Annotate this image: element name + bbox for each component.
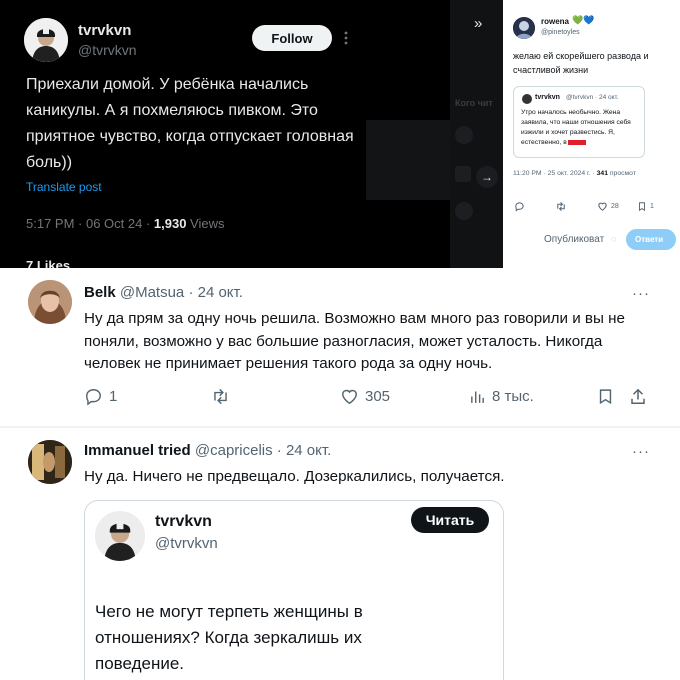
quoted-author-name: tvrvkvn bbox=[535, 94, 560, 101]
share-button[interactable] bbox=[629, 385, 647, 407]
tvrvkvn-avatar[interactable] bbox=[24, 18, 68, 62]
views-count: 1,930 bbox=[153, 216, 187, 231]
views-label: Views bbox=[186, 216, 225, 231]
reply-header: Immanuel tried @capricelis · 24 окт. bbox=[84, 442, 331, 459]
author-handle[interactable]: @capricelis · 24 окт. bbox=[195, 442, 331, 459]
author-name[interactable]: Immanuel tried bbox=[84, 442, 191, 459]
more-icon[interactable] bbox=[342, 30, 350, 46]
expand-icon[interactable]: » bbox=[474, 15, 482, 32]
more-icon[interactable]: ··· bbox=[632, 285, 650, 302]
bookmark-button[interactable]: 1 bbox=[637, 199, 654, 213]
retweet-icon[interactable] bbox=[555, 199, 567, 213]
tweet-text: Приехали домой. У ребёнка начались каник… bbox=[26, 76, 354, 171]
reply-button[interactable]: 1 bbox=[84, 385, 117, 407]
action-bar: 28 1 bbox=[513, 199, 673, 213]
retweet-icon[interactable] bbox=[210, 385, 231, 407]
follow-button[interactable]: Follow bbox=[252, 25, 332, 51]
author-name[interactable]: rowena bbox=[541, 17, 569, 26]
tweet-text: желаю ей скорейшего развода и счастливой… bbox=[513, 51, 649, 75]
likes-count: 305 bbox=[365, 387, 391, 405]
reply-text: Ну да прям за одну ночь решила. Возможно… bbox=[84, 310, 625, 372]
author-handle[interactable]: @tvrvkvn bbox=[78, 42, 137, 58]
author-handle[interactable]: @pinetoyles bbox=[541, 29, 580, 36]
bookmark-button[interactable] bbox=[597, 385, 614, 407]
sidebar-avatar bbox=[455, 126, 473, 144]
author-handle[interactable]: @Matsua · 24 окт. bbox=[120, 284, 243, 301]
blue-heart-icon: 💙 bbox=[583, 15, 595, 25]
rowena-avatar[interactable] bbox=[513, 17, 535, 39]
next-arrow-icon[interactable]: → bbox=[476, 166, 498, 188]
author-name[interactable]: Belk bbox=[84, 284, 116, 301]
tweet-meta: 11:20 PM · 25 окт. 2024 г. · 341 просмот bbox=[513, 170, 636, 177]
quoted-avatar bbox=[522, 94, 532, 104]
timestamp[interactable]: 11:20 PM · 25 окт. 2024 г. · bbox=[513, 170, 597, 177]
green-heart-icon: 💚 bbox=[572, 15, 584, 25]
sidebar-avatar bbox=[455, 202, 473, 220]
reply-header: Belk @Matsua · 24 окт. bbox=[84, 284, 243, 301]
name-emojis: 💚💙 bbox=[572, 15, 594, 26]
author-name[interactable]: tvrvkvn bbox=[78, 22, 131, 39]
quoted-author-name: tvrvkvn bbox=[155, 513, 212, 530]
views-button[interactable]: 8 тыс. bbox=[469, 385, 534, 407]
views-count: 8 тыс. bbox=[492, 387, 534, 405]
views-count: 341 bbox=[596, 170, 608, 177]
timestamp[interactable]: 5:17 PM · 06 Oct 24 · bbox=[26, 216, 154, 231]
likes-count: 28 bbox=[611, 202, 619, 210]
sidebar-thumbnail bbox=[455, 166, 471, 182]
quoted-author-handle: @tvrvkvn bbox=[155, 535, 218, 552]
redaction-mark bbox=[567, 139, 586, 145]
quoted-text-wrap: Утро началось необычно. Жена заявила, чт… bbox=[521, 108, 643, 148]
immanuel-avatar[interactable] bbox=[28, 440, 72, 484]
like-button[interactable]: 28 bbox=[597, 199, 619, 213]
tvrvkvn-avatar bbox=[95, 511, 145, 561]
replies-count: 1 bbox=[109, 387, 118, 405]
tweet-meta: 5:17 PM · 06 Oct 24 · 1,930 Views bbox=[26, 216, 225, 231]
spinner-icon: ◌ bbox=[611, 234, 617, 244]
sidebar-heading: Кого чит bbox=[455, 98, 493, 108]
immanuel-reply-panel: Immanuel tried @capricelis · 24 окт. ···… bbox=[0, 428, 680, 680]
bookmarks-count: 1 bbox=[650, 202, 654, 210]
quoted-tweet[interactable]: tvrvkvn @tvrvkvn · 24 окт. Утро началось… bbox=[513, 86, 645, 158]
dark-tweet-panel: tvrvkvn @tvrvkvn Follow Приехали домой. … bbox=[0, 0, 503, 268]
reply-text: Ну да. Ничего не предвещало. Дозеркалили… bbox=[84, 468, 505, 485]
quoted-author-handle: @tvrvkvn · 24 окт. bbox=[566, 94, 619, 101]
read-button[interactable]: Читать bbox=[411, 507, 489, 533]
likes-count[interactable]: 7 Likes bbox=[26, 258, 70, 268]
background-panel bbox=[366, 120, 451, 200]
quoted-tweet-card[interactable]: tvrvkvn @tvrvkvn Читать Чего не могут те… bbox=[84, 500, 504, 680]
reply-button[interactable]: Ответи bbox=[626, 229, 676, 250]
translate-link[interactable]: Translate post bbox=[26, 180, 102, 194]
belk-avatar[interactable] bbox=[28, 280, 72, 324]
more-icon[interactable]: ··· bbox=[632, 443, 650, 460]
like-button[interactable]: 305 bbox=[340, 385, 390, 407]
quoted-text: Чего не могут терпеть женщины в отношени… bbox=[95, 602, 363, 673]
rowena-tweet-panel: rowena 💚💙 @pinetoyles желаю ей скорейшег… bbox=[503, 0, 680, 268]
views-label: просмот bbox=[607, 170, 636, 177]
belk-reply-panel: Belk @Matsua · 24 окт. ··· Ну да прям за… bbox=[0, 268, 680, 426]
reply-icon[interactable] bbox=[514, 199, 525, 213]
publish-label: Опубликоват bbox=[544, 234, 605, 245]
